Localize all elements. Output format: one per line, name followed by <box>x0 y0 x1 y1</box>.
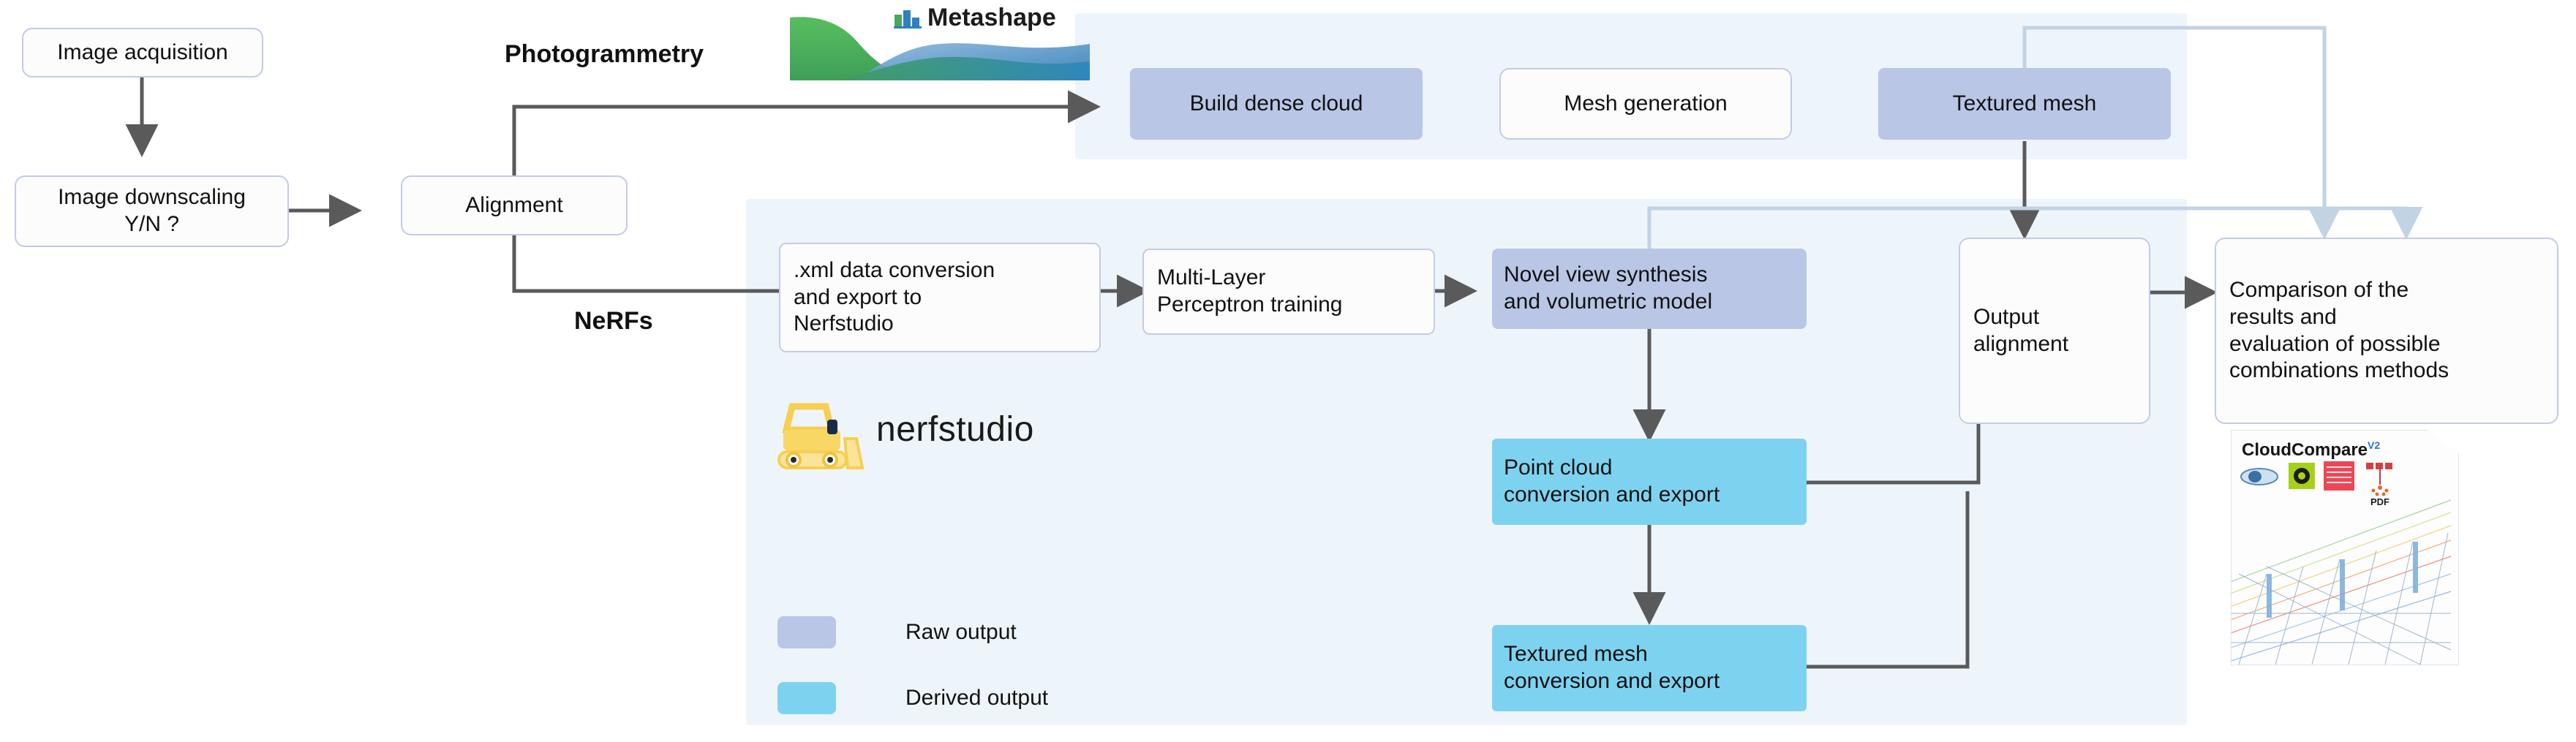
node-label-line1: Output <box>1973 304 2040 329</box>
node-label-line3: evaluation of possible <box>2229 331 2441 356</box>
node-label-line2: Y/N ? <box>124 212 180 236</box>
node-alignment[interactable]: Alignment <box>401 175 628 235</box>
node-label: Mesh generation <box>1564 91 1728 116</box>
node-label-line2: and volumetric model <box>1504 289 1713 314</box>
cloudcompare-badge-red-icon <box>2324 461 2354 491</box>
node-novel-view-synthesis[interactable]: Novel view synthesis and volumetric mode… <box>1492 249 1807 329</box>
node-label-line2: results and <box>2229 304 2337 329</box>
cloudcompare-badge-eosd-icon <box>2240 466 2278 488</box>
node-label-line1: Novel view synthesis <box>1504 262 1708 287</box>
node-label-line1: .xml data conversion <box>794 258 995 283</box>
node-label: Image acquisition <box>57 39 228 64</box>
node-label-line3: Nerfstudio <box>794 311 894 336</box>
legend-label-derived-output: Derived output <box>905 686 1049 710</box>
node-label-line2: conversion and export <box>1504 669 1720 693</box>
node-build-dense-cloud[interactable]: Build dense cloud <box>1130 68 1423 140</box>
node-label: Alignment <box>465 192 563 217</box>
nerfstudio-wordmark: nerfstudio <box>876 410 1034 449</box>
metashape-wordmark: Metashape <box>927 4 1056 31</box>
node-label-line2: alignment <box>1973 331 2069 356</box>
node-comparison-evaluation[interactable]: Comparison of the results and evaluation… <box>2215 238 2558 424</box>
node-label: Build dense cloud <box>1189 91 1363 116</box>
node-textured-mesh[interactable]: Textured mesh <box>1878 68 2171 140</box>
node-textured-mesh-conversion[interactable]: Textured mesh conversion and export <box>1492 625 1807 711</box>
node-image-downscaling[interactable]: Image downscaling Y/N ? <box>15 175 289 247</box>
node-label-line4: combinations methods <box>2229 358 2449 383</box>
node-label: Textured mesh <box>1952 91 2097 116</box>
cloudcompare-badge-pdf-icon: PDF <box>2365 461 2395 507</box>
svg-text:PDF: PDF <box>2370 496 2389 507</box>
node-xml-conversion[interactable]: .xml data conversion and export to Nerfs… <box>779 243 1101 352</box>
cloudcompare-logo: CloudCompareV2 PDF <box>2231 430 2459 665</box>
node-label-line1: Point cloud <box>1504 455 1613 480</box>
node-label-line2: conversion and export <box>1504 482 1720 507</box>
metashape-icon <box>894 9 923 29</box>
node-mesh-generation[interactable]: Mesh generation <box>1499 68 1792 140</box>
nerfstudio-bulldozer-icon <box>772 401 867 477</box>
node-label-line2: and export to <box>794 284 922 309</box>
cloudcompare-badge-green-icon <box>2289 463 2315 489</box>
cloudcompare-wordmark: CloudCompareV2 <box>2242 439 2380 461</box>
branch-label-nerfs: NeRFs <box>574 307 653 335</box>
legend-label-raw-output: Raw output <box>905 620 1017 644</box>
branch-label-photogrammetry: Photogrammetry <box>505 40 704 68</box>
cloudcompare-name: CloudCompare <box>2242 440 2368 460</box>
node-point-cloud-conversion[interactable]: Point cloud conversion and export <box>1492 439 1807 525</box>
node-label-line1: Image downscaling <box>58 185 246 210</box>
flowchart-canvas: Image acquisition Image downscaling Y/N … <box>0 0 2576 742</box>
node-mlp-training[interactable]: Multi-Layer Perceptron training <box>1142 249 1435 335</box>
node-image-acquisition[interactable]: Image acquisition <box>22 28 263 77</box>
node-label-line2: Perceptron training <box>1157 292 1343 317</box>
cloudcompare-version: V2 <box>2368 439 2381 451</box>
legend-swatch-derived-output <box>777 682 836 714</box>
node-output-alignment[interactable]: Output alignment <box>1959 238 2150 424</box>
node-label-line1: Textured mesh <box>1504 642 1648 667</box>
legend-swatch-raw-output <box>777 616 836 648</box>
node-label-line1: Comparison of the <box>2229 278 2409 303</box>
node-label-line1: Multi-Layer <box>1157 265 1266 290</box>
